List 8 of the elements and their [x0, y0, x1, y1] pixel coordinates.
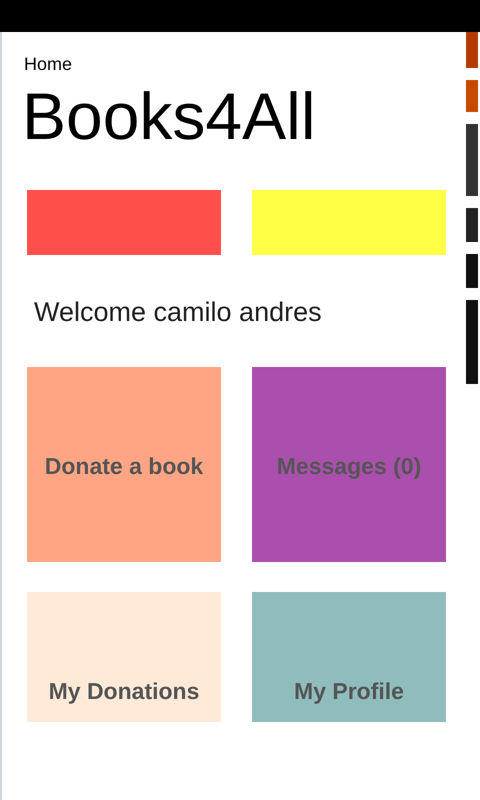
app-title: Books4All [22, 78, 316, 154]
color-tile[interactable] [252, 190, 446, 255]
breadcrumb: Home [24, 53, 72, 76]
menu-tile[interactable]: My Profile [252, 592, 446, 722]
menu-tile[interactable]: My Donations [27, 592, 221, 722]
welcome-text: Welcome camilo andres [34, 296, 322, 329]
color-tile[interactable] [27, 190, 221, 255]
menu-tile[interactable]: Donate a book [27, 367, 221, 562]
